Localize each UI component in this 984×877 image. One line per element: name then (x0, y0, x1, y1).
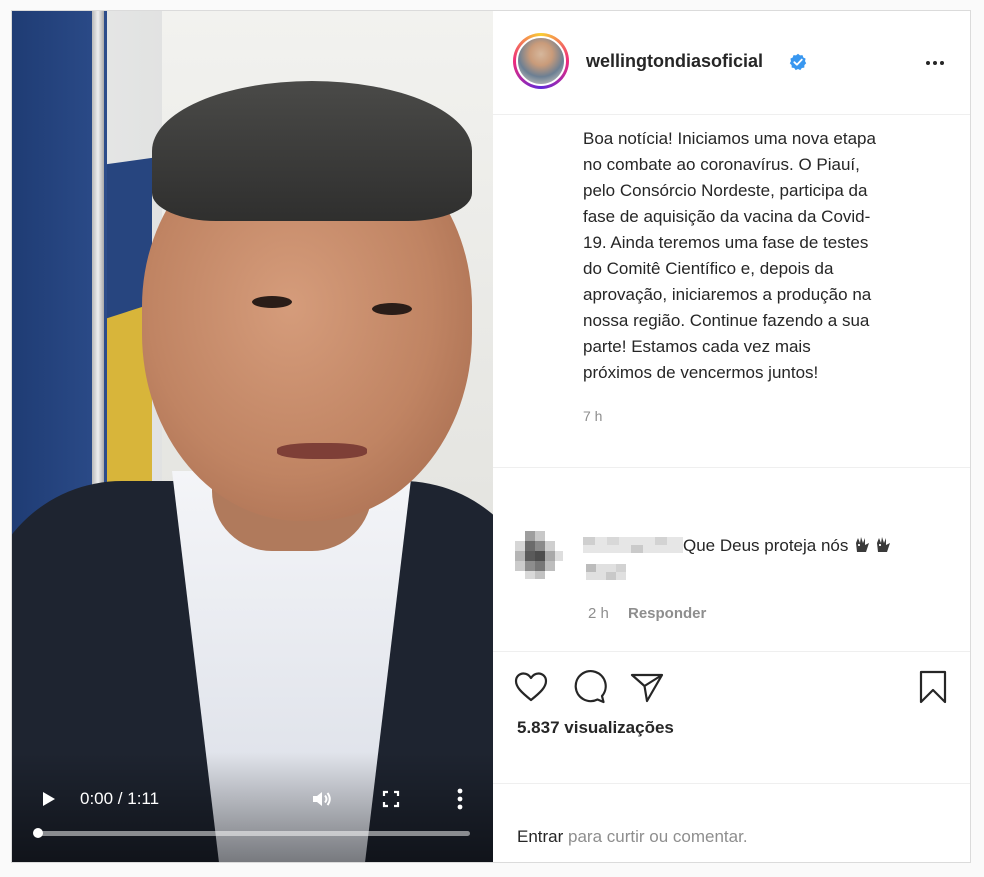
comment-text: Que Deus proteja nós (683, 536, 849, 555)
person-mouth (277, 443, 367, 459)
post-side-panel: wellingtondiasoficial Boa notícia! Inici… (493, 11, 970, 862)
more-vertical-icon[interactable] (448, 787, 472, 811)
username-link[interactable]: wellingtondiasoficial (586, 51, 763, 72)
divider (493, 783, 970, 784)
caption-timestamp[interactable]: 7 h (583, 408, 602, 424)
instagram-post: 0:00 / 1:11 wellingtondiasoficial Boa no… (11, 10, 971, 863)
caption-line: fase de aquisição da vacina da Covid- (583, 207, 871, 226)
comment-username-pixelated[interactable] (583, 537, 683, 553)
video-timecode: 0:00 / 1:11 (80, 789, 160, 808)
video-player[interactable]: 0:00 / 1:11 (12, 11, 493, 862)
play-icon[interactable] (36, 787, 60, 811)
view-count[interactable]: 5.837 visualizações (517, 718, 674, 738)
avatar-image (516, 36, 566, 86)
caption-line: aprovação, iniciaremos a produção na (583, 285, 872, 304)
post-caption: Boa notícia! Iniciamos uma nova etapa no… (583, 126, 943, 386)
caption-line: do Comitê Científico e, depois da (583, 259, 834, 278)
video-controls: 0:00 / 1:11 (12, 781, 493, 841)
comment-extra-pixelated (586, 564, 626, 580)
raised-hands-icon (854, 535, 896, 553)
flag-pole (92, 11, 104, 551)
reply-button[interactable]: Responder (628, 605, 706, 622)
volume-icon[interactable] (310, 787, 334, 811)
caption-line: nossa região. Continue fazendo a sua (583, 311, 870, 330)
profile-avatar[interactable] (513, 33, 569, 89)
login-prompt: Entrar para curtir ou comentar. (517, 827, 748, 847)
divider (493, 467, 970, 468)
verified-badge-icon (789, 53, 807, 71)
person-eye (372, 303, 412, 315)
divider (493, 651, 970, 652)
bookmark-icon[interactable] (915, 669, 951, 705)
comment-timestamp[interactable]: 2 h (588, 605, 609, 622)
fullscreen-icon[interactable] (379, 787, 403, 811)
comment-body: Que Deus proteja nós (683, 535, 896, 556)
share-icon[interactable] (629, 669, 665, 705)
caption-line: parte! Estamos cada vez mais (583, 337, 811, 356)
person-eye (252, 296, 292, 308)
comment-icon[interactable] (571, 669, 607, 705)
caption-line: no combate ao coronavírus. O Piauí, (583, 155, 860, 174)
more-horizontal-icon[interactable] (923, 51, 947, 75)
login-link[interactable]: Entrar (517, 827, 563, 846)
person-hair (152, 81, 472, 221)
caption-line: próximos de vencermos juntos! (583, 363, 819, 382)
login-prompt-text: para curtir ou comentar. (563, 827, 748, 846)
post-header: wellingtondiasoficial (493, 11, 970, 115)
comment-avatar-pixelated[interactable] (513, 529, 563, 579)
caption-line: pelo Consórcio Nordeste, participa da (583, 181, 868, 200)
heart-icon[interactable] (513, 669, 549, 705)
caption-line: 19. Ainda teremos uma fase de testes (583, 233, 869, 252)
video-progress-handle[interactable] (33, 828, 43, 838)
video-progress-bar[interactable] (33, 828, 470, 838)
caption-line: Boa notícia! Iniciamos uma nova etapa (583, 129, 876, 148)
